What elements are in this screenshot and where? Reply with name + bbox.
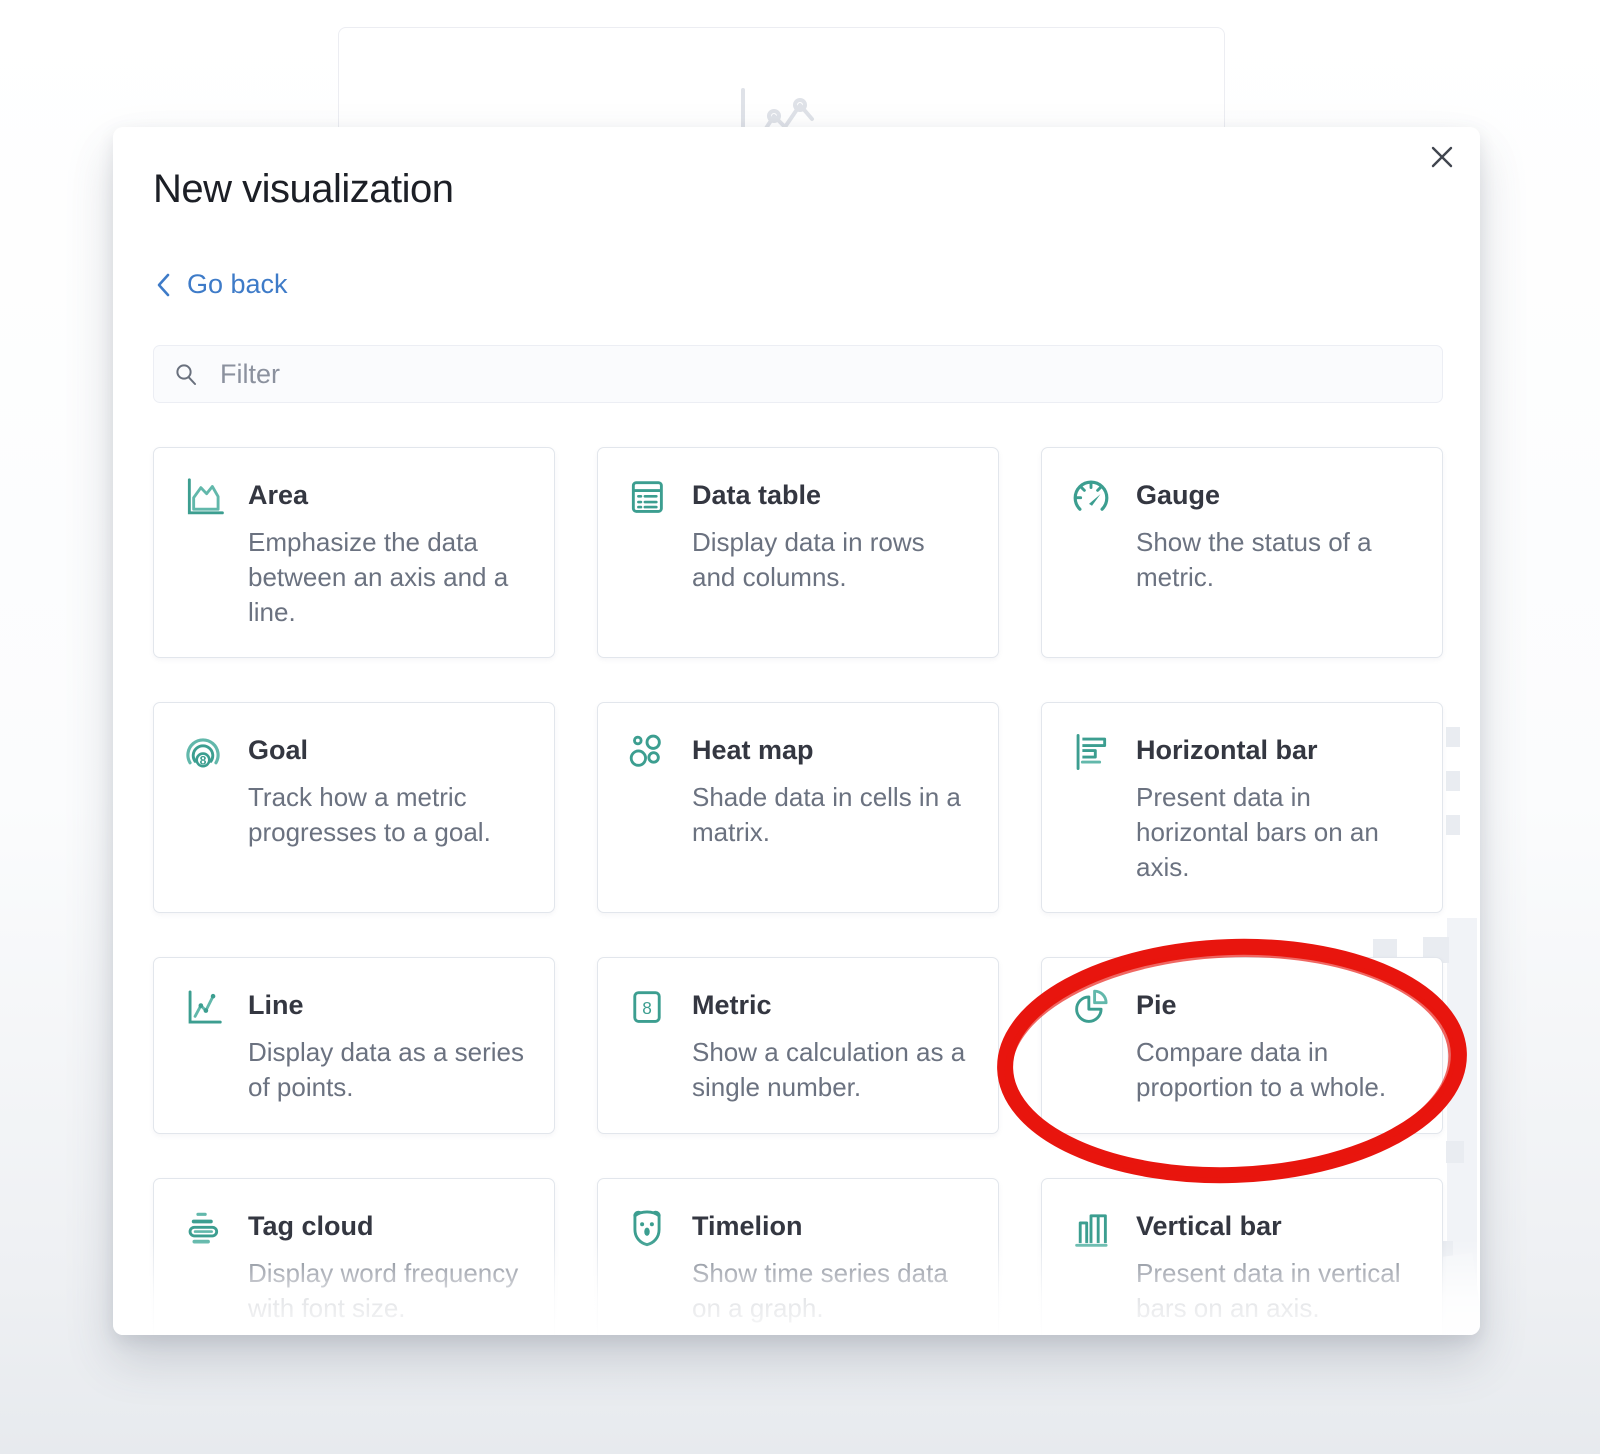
- vis-type-card-metric[interactable]: 8 Metric Show a calculation as a single …: [597, 957, 999, 1134]
- background-watermark: [1446, 815, 1460, 835]
- svg-text:8: 8: [200, 753, 207, 767]
- close-icon[interactable]: [1424, 139, 1460, 175]
- goal-icon: 8: [180, 729, 226, 775]
- tag-cloud-icon: [180, 1205, 226, 1251]
- vis-type-description: Display word frequency with font size.: [248, 1256, 528, 1326]
- vis-type-description: Present data in vertical bars on an axis…: [1136, 1256, 1416, 1326]
- background-watermark: [1446, 1141, 1464, 1163]
- vis-type-card-line[interactable]: Line Display data as a series of points.: [153, 957, 555, 1134]
- svg-text:8: 8: [642, 998, 652, 1018]
- vis-type-card-horizontal-bar[interactable]: Horizontal bar Present data in horizonta…: [1041, 702, 1443, 913]
- go-back-label: Go back: [187, 269, 288, 300]
- vis-type-title: Heat map: [692, 735, 972, 766]
- vis-type-card-gauge[interactable]: Gauge Show the status of a metric.: [1041, 447, 1443, 658]
- area-chart-icon: [180, 474, 226, 520]
- vis-type-title: Timelion: [692, 1211, 972, 1242]
- horizontal-bar-icon: [1068, 729, 1114, 775]
- vertical-bar-icon: [1068, 1205, 1114, 1251]
- vis-type-description: Show a calculation as a single number.: [692, 1035, 972, 1105]
- vis-type-card-pie[interactable]: Pie Compare data in proportion to a whol…: [1041, 957, 1443, 1134]
- vis-type-description: Track how a metric progresses to a goal.: [248, 780, 528, 850]
- vis-type-card-data-table[interactable]: Data table Display data in rows and colu…: [597, 447, 999, 658]
- go-back-link[interactable]: Go back: [155, 269, 288, 300]
- vis-type-description: Emphasize the data between an axis and a…: [248, 525, 528, 630]
- vis-type-card-area[interactable]: Area Emphasize the data between an axis …: [153, 447, 555, 658]
- data-table-icon: [624, 474, 670, 520]
- vis-type-title: Gauge: [1136, 480, 1416, 511]
- vis-type-title: Line: [248, 990, 528, 1021]
- filter-search-input[interactable]: [153, 345, 1443, 403]
- vis-type-title: Horizontal bar: [1136, 735, 1416, 766]
- heat-map-icon: [624, 729, 670, 775]
- pie-chart-icon: [1068, 984, 1114, 1030]
- vis-type-title: Vertical bar: [1136, 1211, 1416, 1242]
- vis-type-description: Compare data in proportion to a whole.: [1136, 1035, 1416, 1105]
- background-watermark: [1446, 771, 1460, 791]
- vis-type-description: Present data in horizontal bars on an ax…: [1136, 780, 1416, 885]
- vis-type-card-tag-cloud[interactable]: Tag cloud Display word frequency with fo…: [153, 1178, 555, 1335]
- gauge-icon: [1068, 474, 1114, 520]
- timelion-icon: [624, 1205, 670, 1251]
- vis-type-title: Metric: [692, 990, 972, 1021]
- vis-type-title: Goal: [248, 735, 528, 766]
- vis-type-card-goal[interactable]: 8 Goal Track how a metric progresses to …: [153, 702, 555, 913]
- vis-type-description: Display data in rows and columns.: [692, 525, 972, 595]
- vis-type-card-heat-map[interactable]: Heat map Shade data in cells in a matrix…: [597, 702, 999, 913]
- vis-type-title: Area: [248, 480, 528, 511]
- vis-type-description: Display data as a series of points.: [248, 1035, 528, 1105]
- modal-title: New visualization: [153, 167, 454, 212]
- vis-type-title: Tag cloud: [248, 1211, 528, 1242]
- vis-type-card-timelion[interactable]: Timelion Show time series data on a grap…: [597, 1178, 999, 1335]
- vis-type-description: Show the status of a metric.: [1136, 525, 1416, 595]
- vis-type-title: Pie: [1136, 990, 1416, 1021]
- chevron-left-icon: [155, 272, 171, 298]
- visualization-type-grid: Area Emphasize the data between an axis …: [153, 447, 1443, 1335]
- new-visualization-modal: New visualization Go back Area Emphasize…: [113, 127, 1480, 1335]
- metric-icon: 8: [624, 984, 670, 1030]
- background-watermark: [1446, 727, 1460, 747]
- vis-type-card-vertical-bar[interactable]: Vertical bar Present data in vertical ba…: [1041, 1178, 1443, 1335]
- line-chart-icon: [180, 984, 226, 1030]
- vis-type-title: Data table: [692, 480, 972, 511]
- vis-type-description: Show time series data on a graph.: [692, 1256, 972, 1326]
- vis-type-description: Shade data in cells in a matrix.: [692, 780, 972, 850]
